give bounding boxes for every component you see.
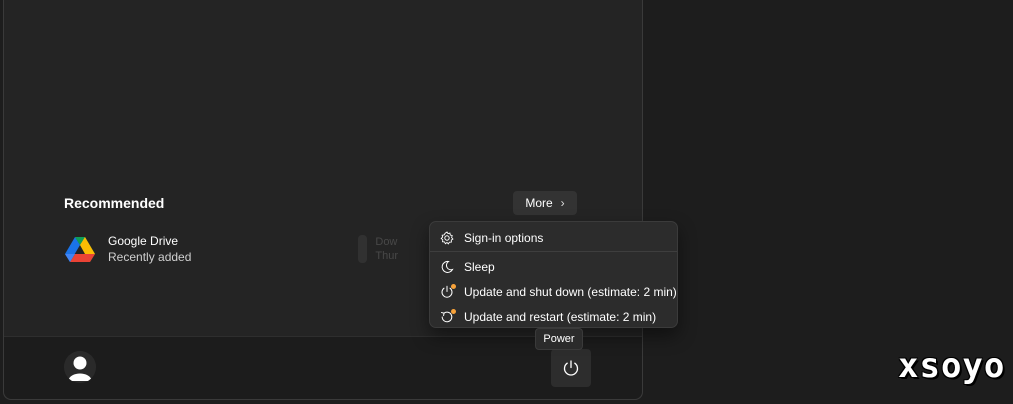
menu-item-label: Update and shut down (estimate: 2 min) [464, 284, 677, 299]
moon-icon [440, 260, 454, 274]
desktop: Recommended More › Google Drive Recently… [0, 0, 1013, 404]
power-icon [563, 360, 579, 376]
menu-item-label: Sleep [464, 259, 495, 274]
power-update-icon [440, 283, 456, 299]
update-badge-dot [451, 283, 456, 289]
recommended-item-google-drive[interactable]: Google Drive Recently added [64, 233, 191, 265]
more-button[interactable]: More › [513, 191, 577, 215]
person-icon [64, 351, 96, 383]
update-badge-dot [451, 308, 456, 314]
obscured-item-subtitle: Thur [375, 250, 398, 262]
more-button-label: More [525, 196, 553, 210]
obscured-item-name: Dow [375, 236, 398, 248]
restart-update-icon [440, 308, 456, 324]
google-drive-icon [65, 237, 95, 262]
recommended-item-name: Google Drive [108, 234, 179, 248]
chevron-right-icon: › [560, 196, 565, 210]
menu-item-sign-in-options[interactable]: Sign-in options [430, 225, 677, 250]
power-menu: Sign-in options Sleep Update and shut do… [429, 221, 678, 328]
recommended-item-obscured[interactable]: Dow Thur [358, 231, 398, 267]
watermark: xsoyo [898, 346, 1006, 386]
menu-item-label: Sign-in options [464, 230, 544, 245]
power-tooltip: Power [535, 328, 583, 350]
menu-item-sleep[interactable]: Sleep [430, 254, 677, 279]
power-button[interactable] [551, 349, 591, 387]
file-icon [358, 235, 368, 263]
menu-item-update-and-restart[interactable]: Update and restart (estimate: 2 min) [430, 304, 677, 329]
user-avatar-icon[interactable] [64, 351, 96, 383]
recommended-heading: Recommended [64, 195, 165, 211]
menu-item-update-and-shut-down[interactable]: Update and shut down (estimate: 2 min) [430, 279, 677, 304]
recommended-item-subtitle: Recently added [108, 250, 192, 264]
menu-item-label: Update and restart (estimate: 2 min) [464, 309, 657, 324]
menu-divider [430, 251, 677, 252]
gear-icon [440, 230, 454, 245]
